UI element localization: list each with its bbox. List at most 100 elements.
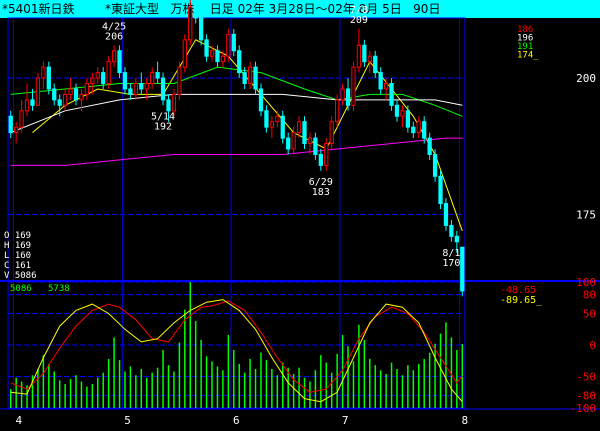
moving-average-line <box>10 66 463 117</box>
candle-body <box>389 83 394 106</box>
moving-average-line <box>32 39 463 232</box>
candle-body <box>405 110 411 128</box>
month-label: 6 <box>233 414 240 427</box>
candle-body <box>171 93 177 112</box>
osc-tick-label: -50 <box>576 371 596 384</box>
plot-border <box>7 17 466 409</box>
candle-body <box>296 121 302 134</box>
chart-labels: 17520010080500-50-80-1004 5 6 7 818619619117… <box>4 5 597 427</box>
candle-body <box>329 121 334 145</box>
candle-body <box>400 110 405 117</box>
candle-body <box>362 44 367 63</box>
candle-body <box>394 104 400 117</box>
candle-body <box>351 66 356 106</box>
candle-body <box>8 115 13 134</box>
candle-body <box>68 88 73 95</box>
candle-body <box>231 33 236 52</box>
candle-body <box>41 66 46 79</box>
osc-tick-label: 100 <box>576 276 596 289</box>
candle-body <box>24 99 30 112</box>
candle-body <box>247 66 253 84</box>
candle-body <box>220 55 226 63</box>
candle-body <box>128 88 133 95</box>
candle-body <box>204 39 209 57</box>
annotation-price: 170 <box>442 258 460 269</box>
candle-body <box>443 203 449 226</box>
candle-body <box>209 50 215 57</box>
osc-tick-label: -100 <box>570 402 597 415</box>
candle-body <box>84 83 90 95</box>
candle-body <box>14 126 19 134</box>
candle-body <box>215 50 220 63</box>
candle-body <box>449 224 454 237</box>
osc-legend-left: 5738 <box>48 284 70 294</box>
month-label: 4 <box>15 414 22 427</box>
candle-body <box>133 83 138 95</box>
candle-body <box>242 72 247 85</box>
candle-body <box>378 72 383 90</box>
candle-body <box>345 88 351 106</box>
oscillator-fast-line <box>10 300 463 393</box>
candle-body <box>160 77 166 101</box>
candle-body <box>122 72 128 90</box>
oscillator-slow-line <box>10 299 463 403</box>
candle-body <box>79 93 84 101</box>
candle-body <box>313 137 318 155</box>
month-label: 5 <box>124 414 131 427</box>
annotation-price: 209 <box>350 15 368 26</box>
candle-body <box>30 99 35 106</box>
candle-body <box>57 99 62 106</box>
annotation-price: 183 <box>312 187 330 198</box>
candle-body <box>373 55 378 74</box>
candle-body <box>280 115 285 139</box>
candle-body <box>411 126 416 134</box>
candle-body <box>237 50 242 74</box>
candle-body <box>73 88 79 101</box>
osc-legend-right: -89.65_ <box>500 295 543 306</box>
candle-body <box>144 83 149 90</box>
candle-body <box>302 121 307 145</box>
ohlc-value: H 169 <box>4 241 31 251</box>
candle-body <box>90 77 95 84</box>
month-label: 8 <box>462 414 469 427</box>
candle-body <box>269 121 274 128</box>
candle-body <box>193 6 198 19</box>
price-tick-label: 200 <box>576 72 596 85</box>
candle-body <box>111 50 117 63</box>
ohlc-value: L 160 <box>4 251 31 261</box>
moving-averages <box>10 39 463 232</box>
moving-average-line <box>10 137 463 166</box>
stock-chart: 17520010080500-50-80-1004 5 6 7 818619619117… <box>0 0 600 427</box>
candle-body <box>460 246 465 292</box>
candle-body <box>318 153 323 166</box>
candle-body <box>101 72 106 85</box>
candle-body <box>253 66 258 90</box>
candle-body <box>226 33 231 57</box>
osc-tick-label: 50 <box>583 308 596 321</box>
ohlc-value: C 161 <box>4 261 31 271</box>
moving-average-line <box>10 93 463 134</box>
candle-body <box>182 39 187 68</box>
ma-legend-value: 174_ <box>517 51 539 61</box>
month-label: 7 <box>342 414 349 427</box>
candle-body <box>150 72 155 85</box>
oscillator-lines <box>10 299 463 403</box>
candle-body <box>52 88 57 101</box>
candle-body <box>139 83 144 90</box>
candle-body <box>177 66 182 95</box>
candle-body <box>307 137 313 145</box>
candle-body <box>106 61 111 85</box>
candle-body <box>416 121 421 134</box>
candle-body <box>62 93 68 106</box>
candle-body <box>19 110 24 128</box>
osc-tick-label: -80 <box>576 389 596 402</box>
candle-body <box>454 235 459 243</box>
chart-window: *5401新日鉄 *東証大型 万株 日足 02年 3月28日～02年 8月 5日… <box>0 0 600 431</box>
candle-body <box>432 153 438 177</box>
candlesticks <box>8 0 465 297</box>
candle-body <box>422 121 427 139</box>
candle-body <box>367 55 372 63</box>
candle-body <box>427 137 432 155</box>
candle-body <box>117 50 122 74</box>
candle-body <box>324 143 329 166</box>
